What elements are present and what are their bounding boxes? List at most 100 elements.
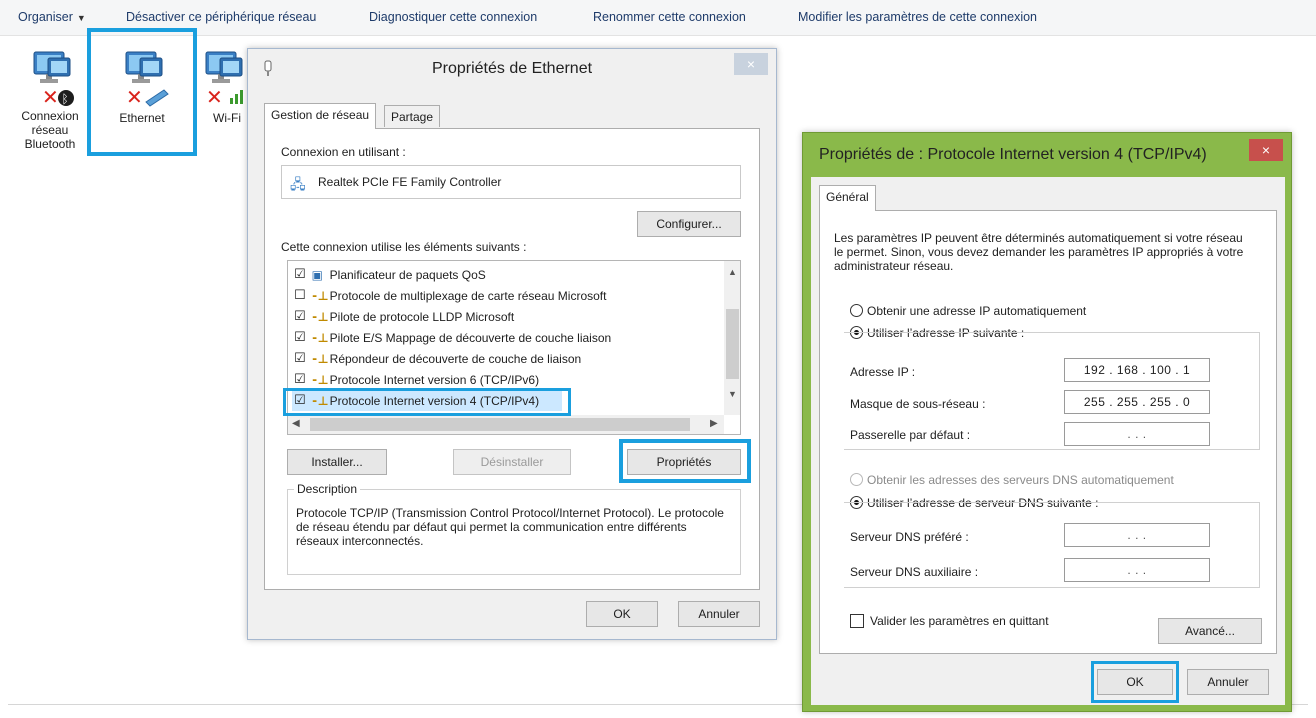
ok-button[interactable]: OK — [586, 601, 658, 627]
protocol-icon: ⁃⊥ — [311, 352, 329, 366]
scroll-thumb[interactable] — [310, 418, 690, 431]
list-item-selected[interactable]: ☑ ⁃⊥Protocole Internet version 4 (TCP/IPv… — [292, 391, 562, 411]
network-adapter-icon: ✕ ᛒ — [33, 51, 74, 109]
svg-text:✕: ✕ — [126, 85, 143, 109]
tab-panel: Connexion en utilisant : 🖧 Realtek PCIe … — [264, 128, 760, 590]
subnet-mask-field[interactable]: 255 . 255 . 255 . 0 — [1064, 390, 1210, 414]
organise-menu[interactable]: Organiser ▼ — [18, 10, 86, 24]
qos-icon: ▣ — [311, 268, 323, 282]
close-icon: × — [1261, 142, 1271, 158]
item-label: Répondeur de découverte de couche de lia… — [329, 352, 582, 366]
install-button[interactable]: Installer... — [287, 449, 387, 475]
advanced-button[interactable]: Avancé... — [1158, 618, 1262, 644]
description-label: Description — [294, 482, 361, 496]
subnet-mask-label: Masque de sous-réseau : — [850, 397, 986, 411]
dns-preferred-label: Serveur DNS préféré : — [850, 530, 969, 544]
ip-address-field[interactable]: 192 . 168 . 100 . 1 — [1064, 358, 1210, 382]
connect-using-label: Connexion en utilisant : — [281, 145, 406, 159]
command-bar: Organiser ▼ Désactiver ce périphérique ré… — [0, 0, 1316, 36]
items-label: Cette connexion utilise les éléments sui… — [281, 240, 527, 254]
auto-ip-option[interactable]: Obtenir une adresse IP automatiquement — [850, 304, 1086, 318]
item-label: Planificateur de paquets QoS — [329, 268, 486, 282]
auto-ip-radio[interactable] — [850, 304, 863, 318]
dns-preferred-field[interactable]: . . . — [1064, 523, 1210, 547]
checkbox[interactable]: ☑ — [294, 309, 306, 324]
item-label: Protocole Internet version 6 (TCP/IPv6) — [329, 373, 540, 387]
close-button[interactable]: × — [1249, 139, 1283, 161]
item-label: Protocole Internet version 4 (TCP/IPv4) — [329, 394, 540, 408]
scroll-down-icon[interactable]: ▼ — [728, 389, 737, 399]
ipv4-properties-dialog: Propriétés de : Protocole Internet versi… — [802, 132, 1292, 712]
list-item[interactable]: ☑ ⁃⊥Pilote E/S Mappage de découverte de c… — [294, 328, 611, 348]
chevron-down-icon: ▼ — [76, 13, 86, 23]
adapter-label: Ethernet — [119, 111, 165, 125]
auto-dns-radio[interactable] — [850, 473, 863, 487]
adapter-label: Connexion réseau Bluetooth — [21, 109, 79, 151]
diagnose-connection-button[interactable]: Diagnostiquer cette connexion — [369, 10, 537, 24]
dialog-title: Propriétés de Ethernet — [431, 60, 593, 77]
svg-text:ᛒ: ᛒ — [62, 92, 69, 106]
properties-button[interactable]: Propriétés — [627, 449, 741, 475]
organise-label: Organiser — [18, 10, 73, 24]
checkbox[interactable]: ☑ — [294, 330, 306, 345]
checkbox[interactable]: ☐ — [294, 288, 306, 303]
uninstall-button[interactable]: Désinstaller — [453, 449, 571, 475]
gateway-label: Passerelle par défaut : — [850, 428, 971, 442]
auto-ip-label: Obtenir une adresse IP automatiquement — [867, 304, 1087, 318]
horizontal-scrollbar[interactable]: ◀ ▶ — [288, 415, 724, 434]
checkbox[interactable]: ☑ — [294, 267, 306, 282]
disable-device-button[interactable]: Désactiver ce périphérique réseau — [126, 10, 316, 24]
dns-alternate-field[interactable]: . . . — [1064, 558, 1210, 582]
close-icon: × — [746, 56, 756, 72]
protocol-icon: ⁃⊥ — [311, 331, 329, 345]
scroll-left-icon[interactable]: ◀ — [292, 418, 300, 429]
list-item[interactable]: ☐ ⁃⊥Protocole de multiplexage de carte ré… — [294, 286, 606, 306]
checkbox[interactable]: ☑ — [294, 393, 306, 407]
description-group: Description Protocole TCP/IP (Transmissi… — [287, 482, 741, 575]
protocol-icon: ⁃⊥ — [311, 289, 329, 303]
ip-address-label: Adresse IP : — [850, 365, 916, 379]
adapter-ethernet[interactable]: ✕ Ethernet — [100, 46, 184, 125]
list-item[interactable]: ☑ ▣ Planificateur de paquets QoS — [294, 265, 486, 285]
protocol-icon: ⁃⊥ — [311, 394, 329, 408]
scroll-up-icon[interactable]: ▲ — [728, 267, 737, 277]
vertical-scrollbar[interactable]: ▲ ▼ — [724, 261, 740, 415]
intro-text: Les paramètres IP peuvent être déterminé… — [834, 231, 1244, 273]
close-button[interactable]: × — [734, 53, 768, 75]
adapter-name-box: 🖧 Realtek PCIe FE Family Controller — [281, 165, 741, 199]
modify-connection-settings-button[interactable]: Modifier les paramètres de cette connexi… — [798, 10, 1037, 24]
description-text: Protocole TCP/IP (Transmission Control P… — [296, 506, 724, 548]
tab-sharing[interactable]: Partage — [384, 105, 441, 127]
validate-settings-option[interactable]: Valider les paramètres en quittant — [850, 613, 1049, 629]
rename-connection-button[interactable]: Renommer cette connexion — [593, 10, 746, 24]
auto-dns-option[interactable]: Obtenir les adresses des serveurs DNS au… — [850, 473, 1174, 487]
tab-general[interactable]: Général — [819, 185, 876, 211]
adapter-bluetooth[interactable]: ✕ ᛒ Connexion réseau Bluetooth — [4, 46, 96, 151]
configure-button[interactable]: Configurer... — [637, 211, 741, 237]
item-label: Protocole de multiplexage de carte résea… — [329, 289, 607, 303]
gateway-field[interactable]: . . . — [1064, 422, 1210, 446]
tab-network[interactable]: Gestion de réseau — [264, 103, 377, 129]
scroll-right-icon[interactable]: ▶ — [710, 418, 718, 429]
checkbox[interactable]: ☑ — [294, 372, 306, 387]
ok-button[interactable]: OK — [1097, 669, 1173, 695]
dns-alternate-label: Serveur DNS auxiliaire : — [850, 565, 979, 579]
protocol-icon: ⁃⊥ — [311, 373, 329, 387]
validate-checkbox[interactable] — [850, 613, 864, 628]
dialog-title: Propriétés de : Protocole Internet versi… — [819, 146, 1207, 163]
cancel-button[interactable]: Annuler — [1187, 669, 1269, 695]
validate-label: Valider les paramètres en quittant — [870, 614, 1049, 628]
list-item[interactable]: ☑ ⁃⊥Protocole Internet version 6 (TCP/IPv… — [294, 370, 539, 390]
tab-panel: Les paramètres IP peuvent être déterminé… — [819, 210, 1277, 654]
item-label: Pilote E/S Mappage de découverte de couc… — [329, 331, 612, 345]
svg-text:✕: ✕ — [206, 85, 223, 109]
list-item[interactable]: ☑ ⁃⊥Répondeur de découverte de couche de … — [294, 349, 581, 369]
auto-dns-label: Obtenir les adresses des serveurs DNS au… — [867, 473, 1174, 487]
checkbox[interactable]: ☑ — [294, 351, 306, 366]
cancel-button[interactable]: Annuler — [678, 601, 760, 627]
svg-text:✕: ✕ — [42, 85, 59, 109]
wifi-adapter-icon: ✕ — [205, 51, 243, 109]
scroll-thumb[interactable] — [726, 309, 739, 379]
list-item[interactable]: ☑ ⁃⊥Pilote de protocole LLDP Microsoft — [294, 307, 514, 327]
adapter-name: Realtek PCIe FE Family Controller — [318, 175, 502, 189]
